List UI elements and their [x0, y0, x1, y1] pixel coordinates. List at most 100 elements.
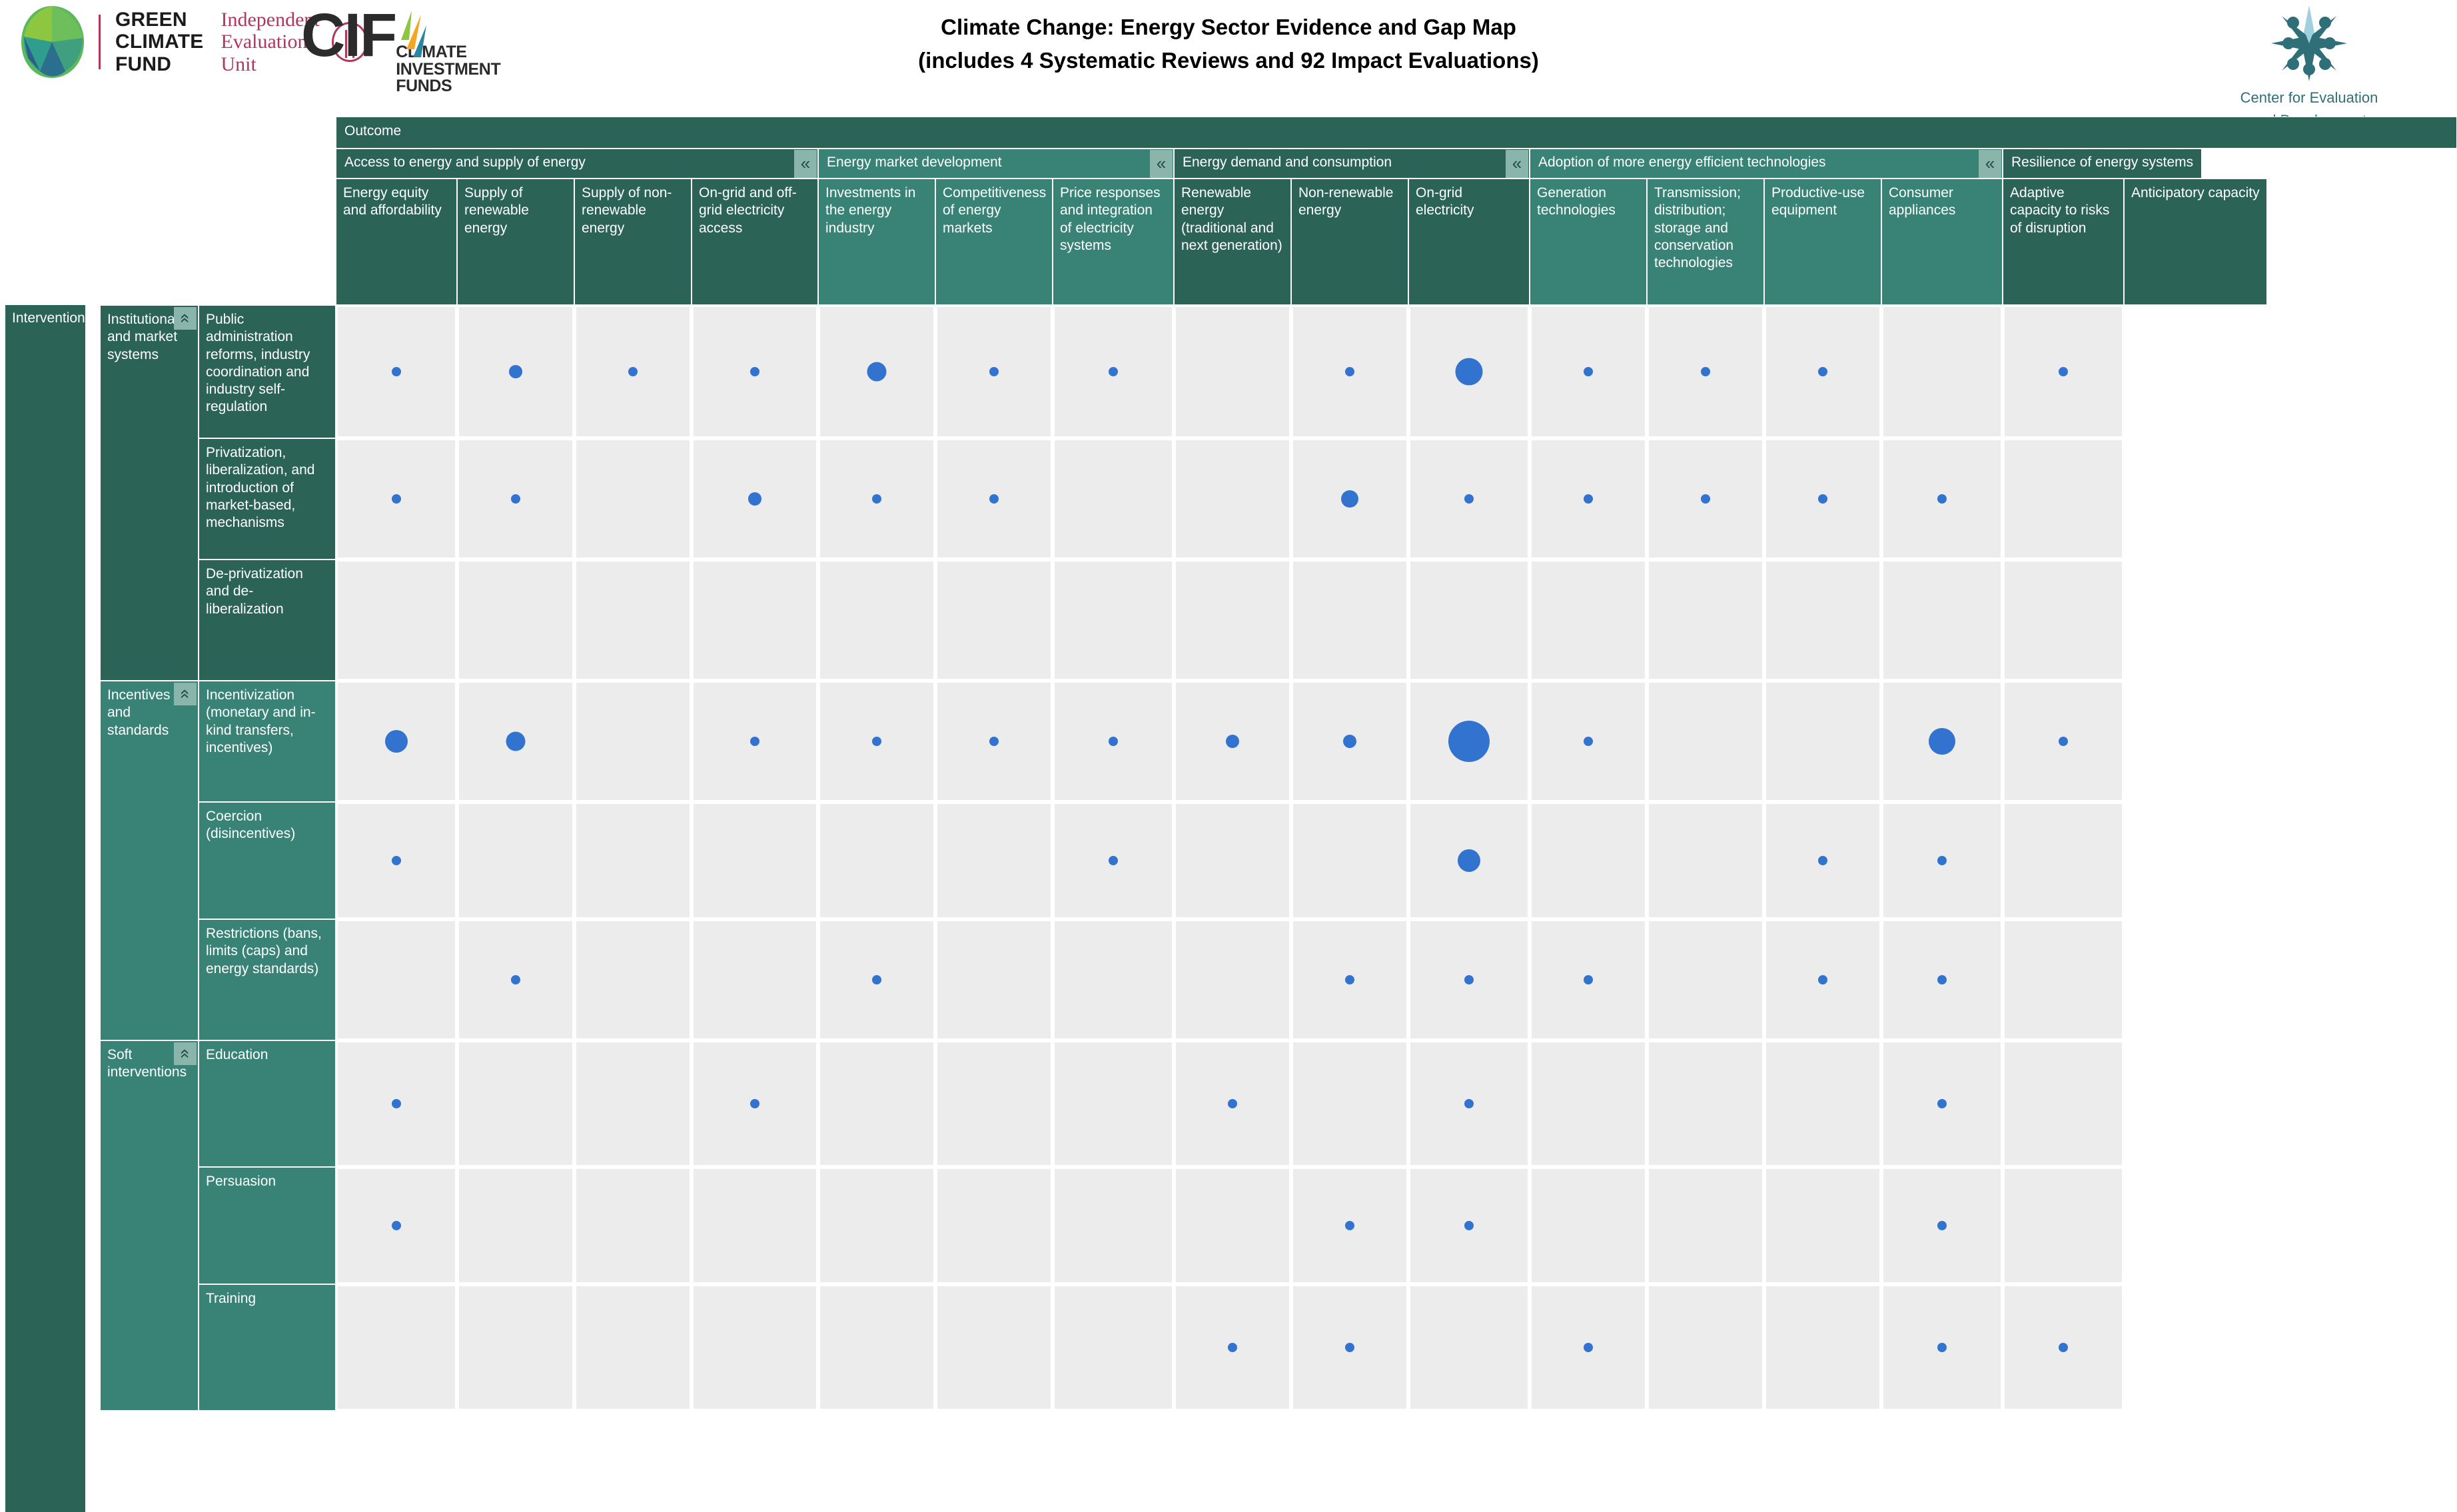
matrix-cell-r0-c2[interactable]: [574, 305, 692, 438]
evidence-bubble[interactable]: [1109, 737, 1118, 746]
column-header-15[interactable]: Anticipatory capacity: [2124, 179, 2267, 305]
matrix-cell-r1-c7[interactable]: [1174, 438, 1291, 560]
matrix-cell-r2-c5[interactable]: [935, 560, 1053, 681]
matrix-cell-r2-c11[interactable]: [1647, 560, 1764, 681]
matrix-cell-r0-c8[interactable]: [1291, 305, 1408, 438]
matrix-cell-r1-c5[interactable]: [935, 438, 1053, 560]
column-header-11[interactable]: Transmission; distribution; storage and …: [1647, 179, 1764, 305]
evidence-bubble[interactable]: [989, 367, 999, 376]
matrix-cell-r6-c4[interactable]: [818, 1040, 935, 1167]
evidence-bubble[interactable]: [1464, 1221, 1474, 1230]
evidence-bubble[interactable]: [1345, 367, 1354, 376]
matrix-cell-r7-c11[interactable]: [1647, 1167, 1764, 1284]
evidence-bubble[interactable]: [1584, 494, 1593, 504]
column-group-2[interactable]: Energy demand and consumption «: [1174, 149, 1530, 179]
matrix-cell-r8-c5[interactable]: [935, 1284, 1053, 1411]
matrix-cell-r4-c2[interactable]: [574, 802, 692, 919]
evidence-bubble[interactable]: [392, 367, 401, 376]
matrix-cell-r6-c5[interactable]: [935, 1040, 1053, 1167]
matrix-cell-r7-c3[interactable]: [692, 1167, 818, 1284]
evidence-bubble[interactable]: [1937, 856, 1947, 865]
row-header-7[interactable]: Persuasion: [199, 1167, 336, 1284]
evidence-bubble[interactable]: [2059, 367, 2068, 376]
matrix-cell-r0-c12[interactable]: [1764, 305, 1881, 438]
matrix-cell-r3-c8[interactable]: [1291, 681, 1408, 802]
matrix-cell-r0-c7[interactable]: [1174, 305, 1291, 438]
matrix-cell-r7-c6[interactable]: [1053, 1167, 1174, 1284]
row-group-label-0[interactable]: Institutional and market systems «: [100, 305, 199, 681]
evidence-bubble[interactable]: [1109, 856, 1118, 865]
matrix-cell-r8-c10[interactable]: [1530, 1284, 1647, 1411]
evidence-bubble[interactable]: [1345, 975, 1354, 984]
evidence-bubble[interactable]: [1584, 975, 1593, 984]
evidence-bubble[interactable]: [748, 492, 761, 506]
matrix-cell-r2-c10[interactable]: [1530, 560, 1647, 681]
matrix-cell-r1-c13[interactable]: [1881, 438, 2003, 560]
matrix-cell-r5-c4[interactable]: [818, 919, 935, 1040]
matrix-cell-r6-c6[interactable]: [1053, 1040, 1174, 1167]
matrix-cell-r7-c4[interactable]: [818, 1167, 935, 1284]
evidence-bubble[interactable]: [2059, 1343, 2068, 1352]
evidence-bubble[interactable]: [1464, 975, 1474, 984]
matrix-cell-r7-c14[interactable]: [2003, 1167, 2124, 1284]
matrix-cell-r6-c14[interactable]: [2003, 1040, 2124, 1167]
matrix-cell-r4-c13[interactable]: [1881, 802, 2003, 919]
column-group-3[interactable]: Adoption of more energy efficient techno…: [1530, 149, 2003, 179]
matrix-cell-r5-c12[interactable]: [1764, 919, 1881, 1040]
matrix-cell-r8-c11[interactable]: [1647, 1284, 1764, 1411]
evidence-bubble[interactable]: [385, 730, 408, 753]
matrix-cell-r4-c8[interactable]: [1291, 802, 1408, 919]
matrix-cell-r5-c0[interactable]: [336, 919, 457, 1040]
matrix-cell-r5-c9[interactable]: [1408, 919, 1530, 1040]
matrix-cell-r4-c12[interactable]: [1764, 802, 1881, 919]
matrix-cell-r7-c0[interactable]: [336, 1167, 457, 1284]
evidence-bubble[interactable]: [392, 1221, 401, 1230]
column-header-10[interactable]: Generation technologies: [1530, 179, 1647, 305]
matrix-cell-r5-c8[interactable]: [1291, 919, 1408, 1040]
matrix-cell-r2-c2[interactable]: [574, 560, 692, 681]
evidence-bubble[interactable]: [1343, 735, 1356, 748]
matrix-cell-r1-c4[interactable]: [818, 438, 935, 560]
matrix-cell-r4-c14[interactable]: [2003, 802, 2124, 919]
matrix-cell-r7-c13[interactable]: [1881, 1167, 2003, 1284]
matrix-cell-r4-c4[interactable]: [818, 802, 935, 919]
matrix-cell-r4-c6[interactable]: [1053, 802, 1174, 919]
evidence-bubble[interactable]: [1937, 494, 1947, 504]
evidence-bubble[interactable]: [872, 975, 881, 984]
row-group-label-2[interactable]: Soft interventions «: [100, 1040, 199, 1411]
matrix-cell-r6-c8[interactable]: [1291, 1040, 1408, 1167]
matrix-cell-r6-c10[interactable]: [1530, 1040, 1647, 1167]
matrix-cell-r0-c6[interactable]: [1053, 305, 1174, 438]
row-header-0[interactable]: Public administration reforms, industry …: [199, 305, 336, 438]
evidence-bubble[interactable]: [989, 737, 999, 746]
evidence-bubble[interactable]: [1818, 494, 1827, 504]
matrix-cell-r7-c2[interactable]: [574, 1167, 692, 1284]
matrix-cell-r3-c6[interactable]: [1053, 681, 1174, 802]
matrix-cell-r2-c3[interactable]: [692, 560, 818, 681]
column-group-0[interactable]: Access to energy and supply of energy «: [336, 149, 818, 179]
collapse-row-group-icon[interactable]: «: [174, 307, 197, 330]
collapse-row-group-icon[interactable]: «: [174, 1042, 197, 1065]
matrix-cell-r3-c0[interactable]: [336, 681, 457, 802]
matrix-cell-r1-c2[interactable]: [574, 438, 692, 560]
evidence-bubble[interactable]: [1341, 490, 1358, 508]
matrix-cell-r3-c12[interactable]: [1764, 681, 1881, 802]
matrix-cell-r7-c7[interactable]: [1174, 1167, 1291, 1284]
matrix-cell-r8-c1[interactable]: [457, 1284, 574, 1411]
matrix-cell-r1-c9[interactable]: [1408, 438, 1530, 560]
matrix-cell-r3-c1[interactable]: [457, 681, 574, 802]
column-header-8[interactable]: Non-renewable energy: [1291, 179, 1408, 305]
matrix-cell-r0-c4[interactable]: [818, 305, 935, 438]
matrix-cell-r3-c2[interactable]: [574, 681, 692, 802]
evidence-bubble[interactable]: [750, 367, 759, 376]
matrix-cell-r0-c0[interactable]: [336, 305, 457, 438]
matrix-cell-r5-c5[interactable]: [935, 919, 1053, 1040]
evidence-bubble[interactable]: [628, 367, 638, 376]
evidence-bubble[interactable]: [1701, 367, 1710, 376]
evidence-bubble[interactable]: [1228, 1343, 1237, 1352]
matrix-cell-r7-c1[interactable]: [457, 1167, 574, 1284]
matrix-cell-r8-c6[interactable]: [1053, 1284, 1174, 1411]
matrix-cell-r1-c8[interactable]: [1291, 438, 1408, 560]
matrix-cell-r5-c6[interactable]: [1053, 919, 1174, 1040]
matrix-cell-r7-c9[interactable]: [1408, 1167, 1530, 1284]
